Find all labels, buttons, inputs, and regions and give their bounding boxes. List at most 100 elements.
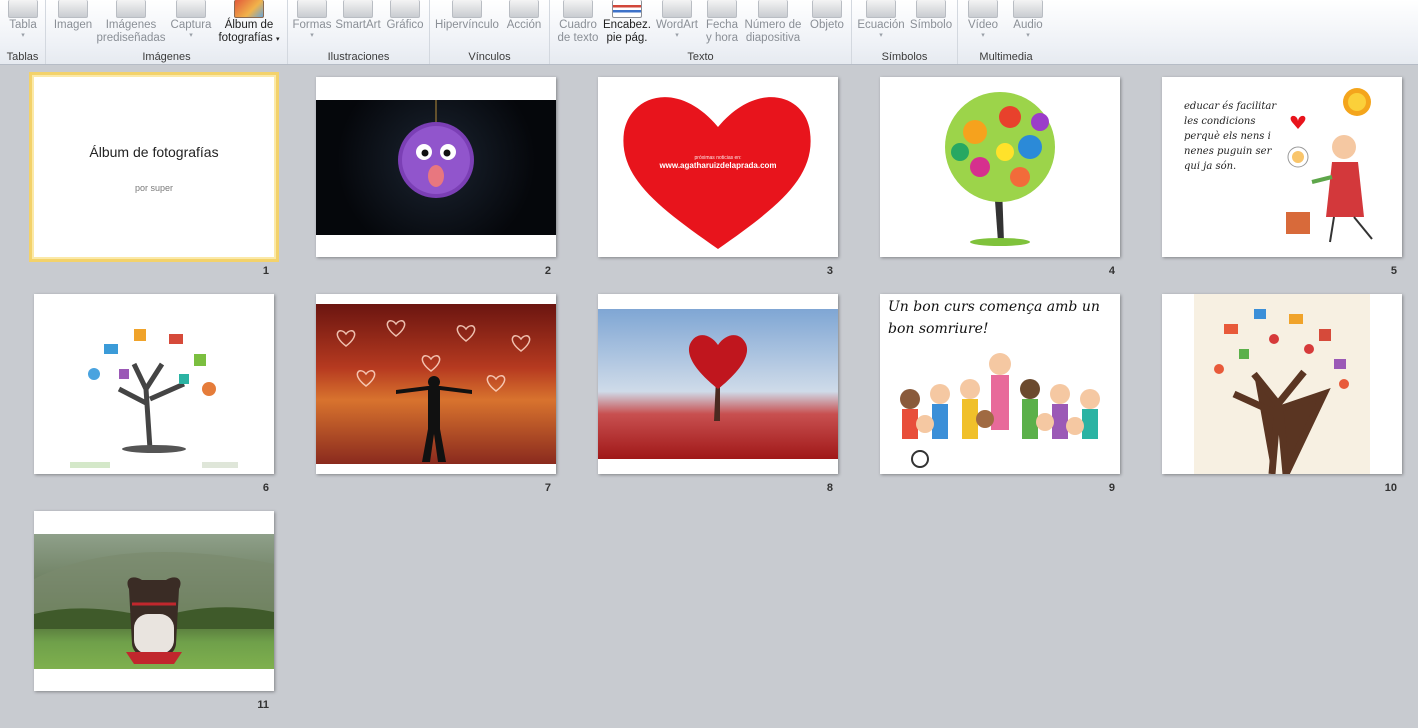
imagen-button[interactable]: Imagen [52, 0, 94, 32]
group-texto: Cuadro de texto Encabez. pie pág. WordAr… [550, 0, 852, 64]
slide-number-3: 3 [826, 265, 833, 277]
group-label-simbolos: Símbolos [881, 51, 928, 63]
numero-diapositiva-button[interactable]: Número de diapositiva [742, 0, 804, 45]
object-icon [812, 0, 842, 18]
captura-button[interactable]: Captura ▾ [168, 0, 214, 40]
encabezado-pie-button[interactable]: Encabez. pie pág. [602, 0, 652, 45]
audio-button[interactable]: Audio ▾ [1008, 0, 1048, 40]
slide-thumbnail-5[interactable]: educar és facilitar les condicions perqu… [1162, 77, 1402, 257]
slide-number-icon [758, 0, 788, 18]
dropdown-arrow-icon: ▾ [189, 32, 193, 39]
slide-thumbnail-2[interactable] [316, 77, 556, 257]
slide-number-10: 10 [1384, 482, 1397, 494]
hearts-silhouette-drawing [336, 320, 531, 462]
screenshot-icon [176, 0, 206, 18]
tabla-button[interactable]: Tabla ▾ [4, 0, 42, 40]
hipervinculo-button[interactable]: Hipervínculo [434, 0, 500, 32]
group-multimedia: Vídeo ▾ Audio ▾ Multimedia [958, 0, 1054, 64]
slide-thumbnail-3[interactable]: próximas noticias en: www.agatharuizdela… [598, 77, 838, 257]
hyperlink-icon [452, 0, 482, 18]
slide-number-7: 7 [544, 482, 551, 494]
llama-image [34, 534, 274, 669]
children-group-drawing [900, 353, 1100, 468]
slide-number-8: 8 [826, 482, 833, 494]
date-time-icon [707, 0, 737, 18]
album-title: Álbum de fotografías [89, 144, 219, 160]
slide-thumbnail-6[interactable] [34, 294, 274, 474]
slide-thumbnail-9[interactable]: Un bon curs comença amb un bon somriure! [880, 294, 1120, 474]
group-label-tablas: Tablas [6, 51, 39, 63]
slide-thumbnail-7[interactable] [316, 294, 556, 474]
picture-icon [58, 0, 88, 18]
group-label-texto: Texto [687, 51, 714, 63]
ecuacion-button[interactable]: Ecuación ▾ [854, 0, 908, 40]
slide-number-6: 6 [262, 482, 269, 494]
slide-thumbnail-10[interactable] [1162, 294, 1402, 474]
photo-album-icon [234, 0, 264, 18]
group-label-ilustraciones: Ilustraciones [327, 51, 390, 63]
llama-drawing [34, 552, 274, 664]
slide-number-2: 2 [544, 265, 551, 277]
slide-thumbnail-4[interactable] [880, 77, 1120, 257]
slide-thumbnail-1[interactable]: Álbum de fotografías por super [29, 72, 279, 262]
dropdown-arrow-icon: ▾ [310, 32, 314, 39]
dropdown-arrow-icon: ▾ [981, 32, 985, 39]
heart-tree-image [598, 309, 838, 459]
slide-number-4: 4 [1108, 265, 1115, 277]
gardener-girl-drawing [1286, 88, 1373, 243]
equation-icon [866, 0, 896, 18]
grafico-button[interactable]: Gráfico [384, 0, 426, 32]
slide-number-1: 1 [262, 265, 269, 277]
smartart-icon [343, 0, 373, 18]
fuzzy-monster-image [316, 100, 556, 235]
group-vinculos: Hipervínculo Acción Vínculos [430, 0, 550, 64]
formas-button[interactable]: Formas ▾ [292, 0, 332, 40]
insert-ribbon: Tabla ▾ Tablas Imagen Imágenes prediseña… [0, 0, 1418, 65]
dropdown-arrow-icon[interactable]: ▾ [276, 36, 280, 43]
fuzzy-monster-drawing [398, 100, 474, 198]
shapes-icon [297, 0, 327, 18]
flower-tree-image [945, 92, 1055, 246]
group-label-multimedia: Multimedia [979, 51, 1033, 63]
imagenes-predisenadas-button[interactable]: Imágenes prediseñadas [96, 0, 166, 45]
smartart-button[interactable]: SmartArt [334, 0, 382, 32]
wordart-button[interactable]: WordArt ▾ [652, 0, 702, 40]
book-tree-drawing [1214, 309, 1349, 474]
group-simbolos: Ecuación ▾ Símbolo Símbolos [852, 0, 958, 64]
group-tablas: Tabla ▾ Tablas [0, 0, 46, 64]
slide-number-9: 9 [1108, 482, 1115, 494]
dropdown-arrow-icon: ▾ [21, 32, 25, 39]
simbolo-button[interactable]: Símbolo [908, 0, 954, 32]
slide-thumbnail-11[interactable] [34, 511, 274, 691]
dropdown-arrow-icon: ▾ [879, 32, 883, 39]
table-icon [8, 0, 38, 18]
heart-caption: próximas noticias en: www.agatharuizdela… [659, 155, 777, 170]
chart-icon [390, 0, 420, 18]
album-fotografias-button[interactable]: Álbum de fotografías ▾ [216, 0, 282, 46]
dropdown-arrow-icon: ▾ [675, 32, 679, 39]
book-tree-image [1194, 294, 1370, 474]
accion-button[interactable]: Acción [502, 0, 546, 32]
group-label-vinculos: Vínculos [468, 51, 511, 63]
cuadro-de-texto-button[interactable]: Cuadro de texto [554, 0, 602, 45]
album-subtitle: por super [134, 183, 174, 193]
video-icon [968, 0, 998, 18]
clip-art-icon [116, 0, 146, 18]
hearts-silhouette-image [316, 304, 556, 464]
fecha-hora-button[interactable]: Fecha y hora [702, 0, 742, 45]
group-imagenes: Imagen Imágenes prediseñadas Captura ▾ Á… [46, 0, 288, 64]
slide-number-5: 5 [1390, 265, 1397, 277]
header-footer-icon [612, 0, 642, 18]
dropdown-arrow-icon: ▾ [1026, 32, 1030, 39]
slide-number-11: 11 [257, 699, 269, 711]
symbol-icon [916, 0, 946, 18]
education-tree-image [70, 329, 238, 468]
text-box-icon [563, 0, 593, 18]
heart-tree-drawing [688, 335, 748, 421]
objeto-button[interactable]: Objeto [806, 0, 848, 32]
slide-sorter: Álbum de fotografías por super 1 2 próxi… [0, 65, 1418, 728]
group-label-imagenes: Imágenes [142, 51, 191, 63]
video-button[interactable]: Vídeo ▾ [964, 0, 1002, 40]
audio-icon [1013, 0, 1043, 18]
slide-thumbnail-8[interactable] [598, 294, 838, 474]
